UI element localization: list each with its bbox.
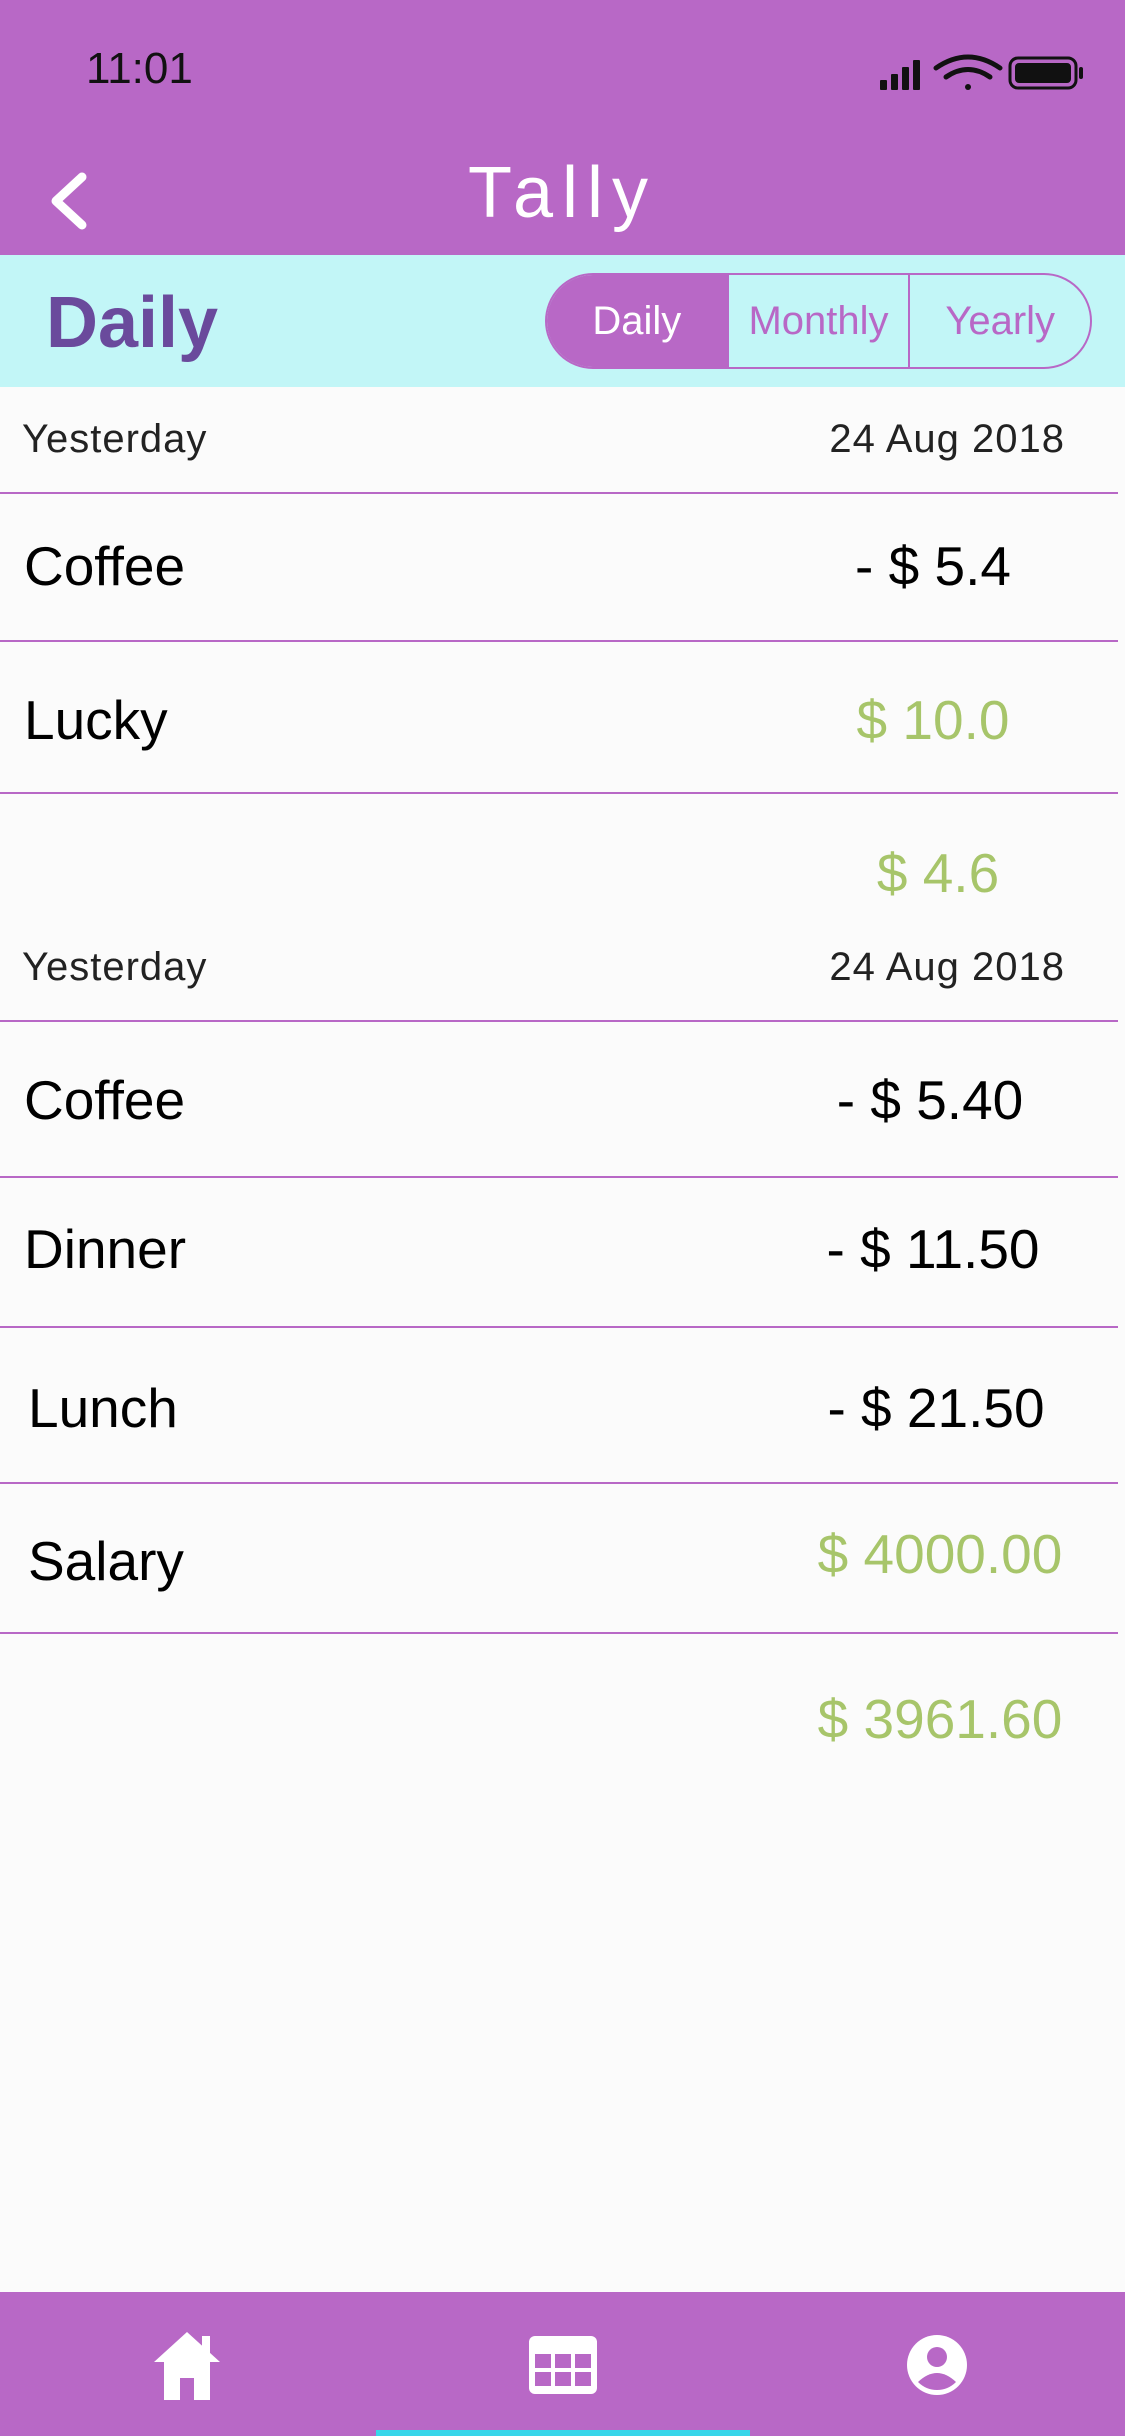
group-date: 24 Aug 2018: [829, 945, 1065, 989]
entry-amount: - $ 5.4: [855, 535, 1011, 597]
period-segmented-control: Daily Monthly Yearly: [545, 273, 1092, 369]
entry-amount: - $ 21.50: [827, 1377, 1045, 1439]
status-icons: [880, 54, 1083, 90]
group-date-label: Yesterday: [22, 945, 208, 989]
divider: [0, 792, 1118, 794]
segment-daily[interactable]: Daily: [547, 275, 727, 367]
segment-yearly[interactable]: Yearly: [908, 275, 1090, 367]
entry-amount: - $ 11.50: [826, 1218, 1040, 1280]
group-total: $ 4.6: [876, 842, 1000, 904]
page-heading: Daily: [46, 283, 219, 363]
divider: [0, 492, 1118, 494]
divider: [0, 1020, 1118, 1022]
home-icon[interactable]: [152, 2328, 222, 2402]
entry-label[interactable]: Coffee: [24, 1068, 185, 1132]
divider: [0, 1326, 1118, 1328]
segment-monthly[interactable]: Monthly: [726, 275, 909, 367]
bottom-tab-bar: [0, 2292, 1125, 2436]
calendar-grid-icon[interactable]: [527, 2334, 599, 2396]
entry-amount: - $ 5.40: [836, 1069, 1024, 1131]
signal-icon: [880, 60, 920, 90]
entry-label[interactable]: Lunch: [28, 1376, 178, 1440]
group-date-label: Yesterday: [22, 417, 208, 461]
entry-label[interactable]: Salary: [28, 1529, 184, 1593]
account-icon[interactable]: [906, 2334, 968, 2396]
entry-label[interactable]: Coffee: [24, 534, 185, 598]
nav-title: Tally: [467, 153, 658, 233]
status-time: 11:01: [86, 44, 193, 93]
divider: [0, 640, 1118, 642]
divider: [0, 1482, 1118, 1484]
wifi-icon: [933, 54, 1003, 90]
entry-amount: $ 10.0: [856, 689, 1010, 751]
divider: [0, 1176, 1118, 1178]
group-total: $ 3961.60: [817, 1688, 1063, 1750]
entry-label[interactable]: Lucky: [24, 688, 168, 752]
group-date: 24 Aug 2018: [829, 417, 1065, 461]
entry-amount: $ 4000.00: [817, 1523, 1063, 1585]
active-tab-indicator: [376, 2430, 750, 2436]
battery-icon: [1008, 56, 1083, 90]
entry-label[interactable]: Dinner: [24, 1217, 186, 1281]
divider: [0, 1632, 1118, 1634]
